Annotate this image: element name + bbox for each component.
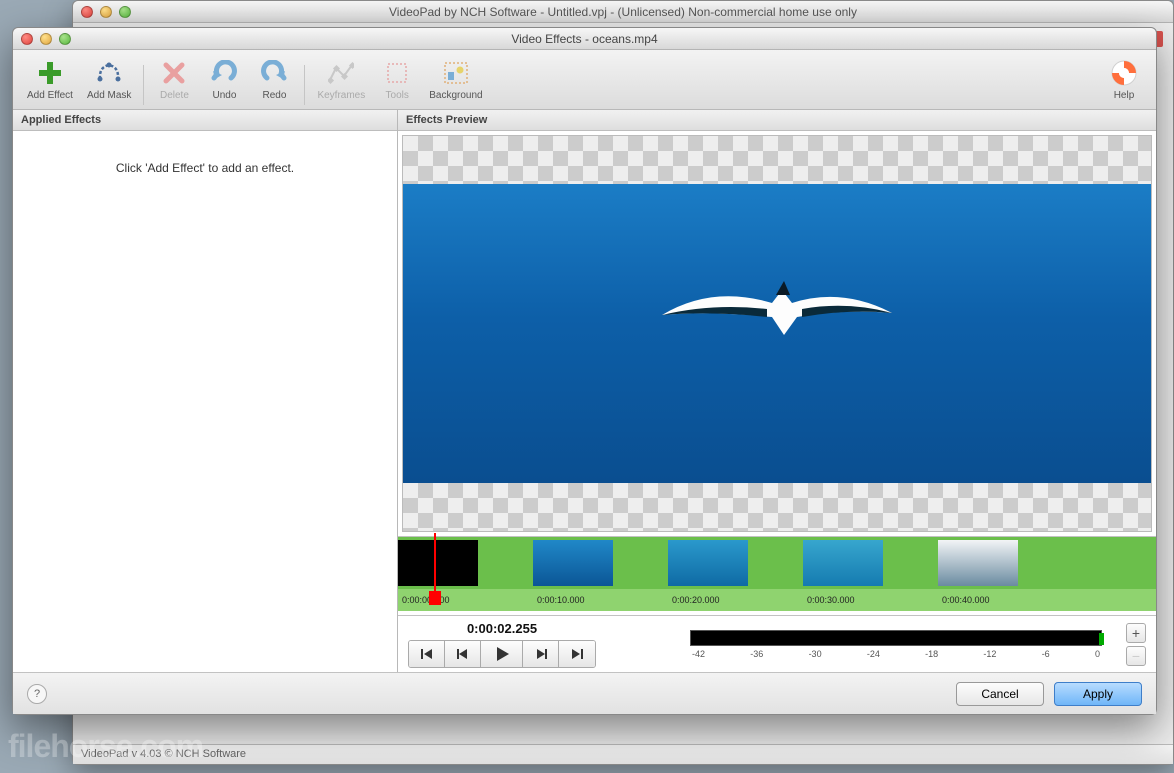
zoom-buttons: + − <box>1126 623 1146 666</box>
status-text: VideoPad v 4.03 © NCH Software <box>81 748 246 760</box>
timeline[interactable]: 0:00:00.000 0:00:10.000 0:00:20.000 0:00… <box>398 536 1156 616</box>
audio-meter: -42 -36 -30 -24 -18 -12 -6 0 <box>690 630 1102 659</box>
applied-effects-hint: Click 'Add Effect' to add an effect. <box>116 161 294 175</box>
dialog-content: Applied Effects Click 'Add Effect' to ad… <box>13 110 1156 672</box>
meter-tick: -24 <box>867 649 880 659</box>
meter-tick: -18 <box>925 649 938 659</box>
tools-button[interactable]: Tools <box>373 56 421 105</box>
background-icon <box>444 58 468 88</box>
separator <box>143 65 144 105</box>
tools-icon <box>386 58 408 88</box>
current-time-label: 0:00:02.255 <box>467 621 537 636</box>
keyframes-button[interactable]: Keyframes <box>311 56 371 105</box>
timeline-ruler[interactable]: 0:00:00.000 0:00:10.000 0:00:20.000 0:00… <box>398 589 1156 611</box>
playhead[interactable] <box>434 533 436 591</box>
dialog-toolbar: Add Effect Add Mask Delete Undo Redo <box>13 50 1156 110</box>
meter-tick: -12 <box>983 649 996 659</box>
status-bar: VideoPad v 4.03 © NCH Software <box>73 744 1173 764</box>
mask-icon <box>95 58 123 88</box>
play-button[interactable] <box>481 641 523 667</box>
apply-button[interactable]: Apply <box>1054 682 1142 706</box>
applied-effects-body: Click 'Add Effect' to add an effect. <box>13 131 397 672</box>
background-label: Background <box>429 90 482 101</box>
checker-top <box>403 136 1151 184</box>
keyframes-icon <box>328 58 354 88</box>
step-forward-button[interactable] <box>523 641 559 667</box>
tick-label: 0:00:40.000 <box>942 595 990 605</box>
plus-icon <box>36 58 64 88</box>
background-button[interactable]: Background <box>423 56 488 105</box>
controls-row: 0:00:02.255 -42 -36 -30 - <box>398 616 1156 672</box>
time-block: 0:00:02.255 <box>408 621 596 668</box>
add-effect-label: Add Effect <box>27 90 73 101</box>
tick-label: 0:00:00.000 <box>402 595 450 605</box>
add-effect-button[interactable]: Add Effect <box>21 56 79 105</box>
redo-button[interactable]: Redo <box>250 56 298 105</box>
meter-peak <box>1099 633 1104 645</box>
tools-label: Tools <box>386 90 409 101</box>
tick-label: 0:00:10.000 <box>537 595 585 605</box>
preview-area[interactable] <box>402 135 1152 532</box>
main-titlebar[interactable]: VideoPad by NCH Software - Untitled.vpj … <box>73 1 1173 23</box>
help-circle-button[interactable]: ? <box>27 684 47 704</box>
redo-label: Redo <box>262 90 286 101</box>
meter-tick: 0 <box>1095 649 1100 659</box>
tick-label: 0:00:30.000 <box>807 595 855 605</box>
traffic-lights[interactable] <box>81 6 131 18</box>
timeline-thumb[interactable] <box>938 540 1018 586</box>
undo-icon <box>211 58 237 88</box>
dialog-titlebar[interactable]: Video Effects - oceans.mp4 <box>13 28 1156 50</box>
delete-icon <box>161 58 187 88</box>
delete-button[interactable]: Delete <box>150 56 198 105</box>
goto-end-button[interactable] <box>559 641 595 667</box>
tick-label: 0:00:20.000 <box>672 595 720 605</box>
help-label: Help <box>1114 90 1135 101</box>
add-mask-button[interactable]: Add Mask <box>81 56 137 105</box>
playback-controls <box>408 640 596 668</box>
zoom-in-button[interactable]: + <box>1126 623 1146 643</box>
meter-tick: -30 <box>809 649 822 659</box>
zoom-icon[interactable] <box>119 6 131 18</box>
dialog-footer: ? Cancel Apply <box>13 672 1156 714</box>
help-button[interactable]: Help <box>1100 56 1148 105</box>
dialog-title: Video Effects - oceans.mp4 <box>13 32 1156 46</box>
undo-button[interactable]: Undo <box>200 56 248 105</box>
meter-tick: -6 <box>1042 649 1050 659</box>
redo-icon <box>261 58 287 88</box>
separator <box>304 65 305 105</box>
zoom-out-button[interactable]: − <box>1126 646 1146 666</box>
preview-wrap <box>398 131 1156 536</box>
timeline-thumb[interactable] <box>398 540 478 586</box>
preview-panel: Effects Preview <box>398 110 1156 672</box>
video-effects-dialog: Video Effects - oceans.mp4 Add Effect Ad… <box>12 27 1157 715</box>
meter-tick: -36 <box>750 649 763 659</box>
timeline-thumb[interactable] <box>803 540 883 586</box>
checker-bottom <box>403 483 1151 531</box>
step-back-button[interactable] <box>445 641 481 667</box>
close-icon[interactable] <box>81 6 93 18</box>
cancel-button[interactable]: Cancel <box>956 682 1044 706</box>
applied-effects-header: Applied Effects <box>13 110 397 131</box>
preview-header: Effects Preview <box>398 110 1156 131</box>
bird-icon <box>652 275 902 345</box>
timeline-thumb[interactable] <box>668 540 748 586</box>
video-frame <box>403 184 1151 483</box>
thumbnail-row[interactable] <box>398 537 1156 589</box>
meter-bar <box>690 630 1102 646</box>
lifebuoy-icon <box>1110 58 1138 88</box>
add-mask-label: Add Mask <box>87 90 131 101</box>
delete-label: Delete <box>160 90 189 101</box>
applied-effects-panel: Applied Effects Click 'Add Effect' to ad… <box>13 110 398 672</box>
timeline-thumb[interactable] <box>533 540 613 586</box>
minimize-icon[interactable] <box>100 6 112 18</box>
meter-tick: -42 <box>692 649 705 659</box>
goto-start-button[interactable] <box>409 641 445 667</box>
main-window-title: VideoPad by NCH Software - Untitled.vpj … <box>73 5 1173 19</box>
meter-scale: -42 -36 -30 -24 -18 -12 -6 0 <box>690 649 1102 659</box>
undo-label: Undo <box>212 90 236 101</box>
keyframes-label: Keyframes <box>317 90 365 101</box>
